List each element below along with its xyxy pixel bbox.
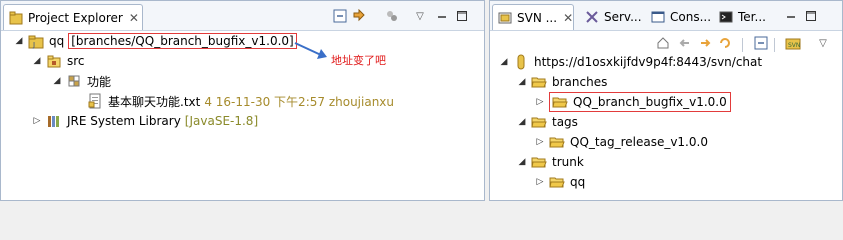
jre-decoration: [JavaSE-1.8] bbox=[184, 114, 259, 128]
tag-item-label: QQ_tag_release_v1.0.0 bbox=[570, 135, 708, 149]
maximize-icon[interactable] bbox=[802, 7, 820, 25]
tree-row-tag-item[interactable]: ▷ QQ_tag_release_v1.0.0 bbox=[534, 133, 708, 151]
svg-text:J: J bbox=[32, 41, 35, 49]
toolbar-separator bbox=[774, 38, 775, 52]
toolbar-separator bbox=[742, 38, 743, 52]
svn-tab-icon bbox=[497, 10, 513, 26]
view-menu-chevron-icon[interactable]: ▽ bbox=[814, 34, 832, 52]
console-icon bbox=[650, 9, 666, 25]
home-icon[interactable] bbox=[654, 34, 672, 52]
view-menu-chevron-icon[interactable]: ▽ bbox=[411, 7, 429, 25]
collapse-all-icon[interactable] bbox=[331, 7, 349, 25]
minimize-icon[interactable] bbox=[782, 7, 800, 25]
project-branch-decoration: [branches/QQ_branch_bugfix_v1.0.0] bbox=[68, 33, 297, 49]
tree-row-repository[interactable]: ◢ https://d1osxkijfdv9p4f:8443/svn/chat bbox=[498, 53, 762, 71]
tab-console-label: Cons... bbox=[670, 10, 712, 24]
close-icon[interactable]: ✕ bbox=[563, 11, 573, 25]
jre-label: JRE System Library bbox=[67, 114, 181, 128]
tab-terminal-label: Ter... bbox=[738, 10, 766, 24]
tab-servers[interactable]: Serv... bbox=[580, 4, 642, 30]
collapse-arrow-icon[interactable]: ▷ bbox=[534, 93, 546, 111]
trunk-label: trunk bbox=[552, 155, 584, 169]
project-explorer-icon bbox=[8, 10, 24, 26]
annotation-label: 地址变了吧 bbox=[331, 54, 386, 67]
source-folder-icon bbox=[46, 53, 62, 69]
trunk-item-label: qq bbox=[570, 175, 586, 189]
back-icon[interactable] bbox=[676, 34, 694, 52]
tree-row-package[interactable]: ◢ 功能 bbox=[51, 72, 111, 90]
expand-arrow-icon[interactable]: ◢ bbox=[31, 52, 43, 70]
tab-servers-label: Serv... bbox=[604, 10, 642, 24]
minimize-icon[interactable] bbox=[433, 7, 451, 25]
folder-icon bbox=[549, 134, 565, 150]
expand-arrow-icon[interactable]: ◢ bbox=[498, 53, 510, 71]
annotation-text: 地址变了吧 bbox=[331, 51, 386, 69]
collapse-arrow-icon[interactable]: ▷ bbox=[534, 173, 546, 191]
tab-project-explorer-label: Project Explorer bbox=[28, 10, 123, 25]
collapse-arrow-icon[interactable]: ▷ bbox=[534, 133, 546, 151]
file-decoration: 4 16-11-30 下午2:57 zhoujianxu bbox=[204, 94, 395, 109]
view-filters-icon[interactable] bbox=[383, 7, 401, 25]
tab-console[interactable]: Cons... bbox=[646, 4, 712, 30]
tree-row-tags[interactable]: ◢ tags bbox=[516, 113, 578, 131]
tab-svn-label: SVN ... bbox=[517, 10, 558, 25]
new-repository-location-icon[interactable]: SVN bbox=[784, 34, 802, 52]
svn-repositories-view: SVN ... ✕ Serv... Cons... Ter... SVN ▽ ◢… bbox=[489, 0, 843, 201]
expand-arrow-icon[interactable]: ◢ bbox=[51, 72, 63, 90]
tree-row-src[interactable]: ◢ src bbox=[31, 52, 85, 70]
expand-arrow-icon[interactable]: ◢ bbox=[516, 153, 528, 171]
library-icon bbox=[46, 113, 62, 129]
folder-icon bbox=[549, 174, 565, 190]
close-icon[interactable]: ✕ bbox=[129, 11, 139, 25]
annotation-arrow bbox=[293, 39, 329, 66]
branches-label: branches bbox=[552, 75, 608, 89]
tree-row-trunk[interactable]: ◢ trunk bbox=[516, 153, 584, 171]
tags-label: tags bbox=[552, 115, 578, 129]
terminal-icon bbox=[718, 9, 734, 25]
tab-terminal[interactable]: Ter... bbox=[714, 4, 774, 30]
folder-open-icon bbox=[531, 74, 547, 90]
text-file-icon bbox=[87, 93, 103, 109]
src-label: src bbox=[67, 54, 85, 68]
file-name: 基本聊天功能.txt bbox=[108, 94, 201, 109]
servers-icon bbox=[584, 9, 600, 25]
link-with-editor-icon[interactable] bbox=[351, 7, 369, 25]
expand-arrow-icon[interactable]: ◢ bbox=[516, 73, 528, 91]
refresh-icon[interactable] bbox=[716, 34, 734, 52]
tree-row-jre[interactable]: ▷ JRE System Library [JavaSE-1.8] bbox=[31, 112, 259, 130]
package-label: 功能 bbox=[87, 74, 112, 89]
project-explorer-tabbar: Project Explorer ✕ ▽ bbox=[1, 1, 484, 31]
folder-icon bbox=[552, 94, 568, 110]
tab-project-explorer[interactable]: Project Explorer ✕ bbox=[3, 4, 143, 30]
maximize-icon[interactable] bbox=[453, 7, 471, 25]
branch-item-highlight: QQ_branch_bugfix_v1.0.0 bbox=[549, 92, 731, 112]
expand-arrow-icon[interactable]: ▷ bbox=[31, 112, 43, 130]
expand-arrow-icon[interactable]: ◢ bbox=[13, 32, 25, 50]
tab-svn[interactable]: SVN ... ✕ bbox=[492, 4, 574, 30]
folder-open-icon bbox=[531, 154, 547, 170]
collapse-all-icon[interactable] bbox=[752, 34, 770, 52]
svg-text:SVN: SVN bbox=[788, 42, 800, 49]
tree-row-branch-item[interactable]: ▷ QQ_branch_bugfix_v1.0.0 bbox=[534, 92, 731, 112]
java-project-svn-icon: J bbox=[28, 33, 44, 49]
project-name: qq bbox=[49, 34, 65, 48]
folder-open-icon bbox=[531, 114, 547, 130]
tree-row-branches[interactable]: ◢ branches bbox=[516, 73, 608, 91]
forward-icon[interactable] bbox=[696, 34, 714, 52]
tree-row-trunk-item[interactable]: ▷ qq bbox=[534, 173, 586, 191]
tree-row-file[interactable]: 基本聊天功能.txt 4 16-11-30 下午2:57 zhoujianxu bbox=[87, 92, 394, 110]
branch-item-label: QQ_branch_bugfix_v1.0.0 bbox=[573, 95, 727, 109]
svn-tabbar: SVN ... ✕ Serv... Cons... Ter... bbox=[490, 1, 842, 31]
expand-arrow-icon[interactable]: ◢ bbox=[516, 113, 528, 131]
repository-url: https://d1osxkijfdv9p4f:8443/svn/chat bbox=[534, 55, 763, 69]
svn-repository-icon bbox=[513, 54, 529, 70]
tree-row-project[interactable]: ◢ J qq [branches/QQ_branch_bugfix_v1.0.0… bbox=[13, 32, 297, 50]
project-explorer-view: Project Explorer ✕ ▽ ◢ J qq [branches/QQ… bbox=[0, 0, 485, 201]
package-icon bbox=[66, 73, 82, 89]
